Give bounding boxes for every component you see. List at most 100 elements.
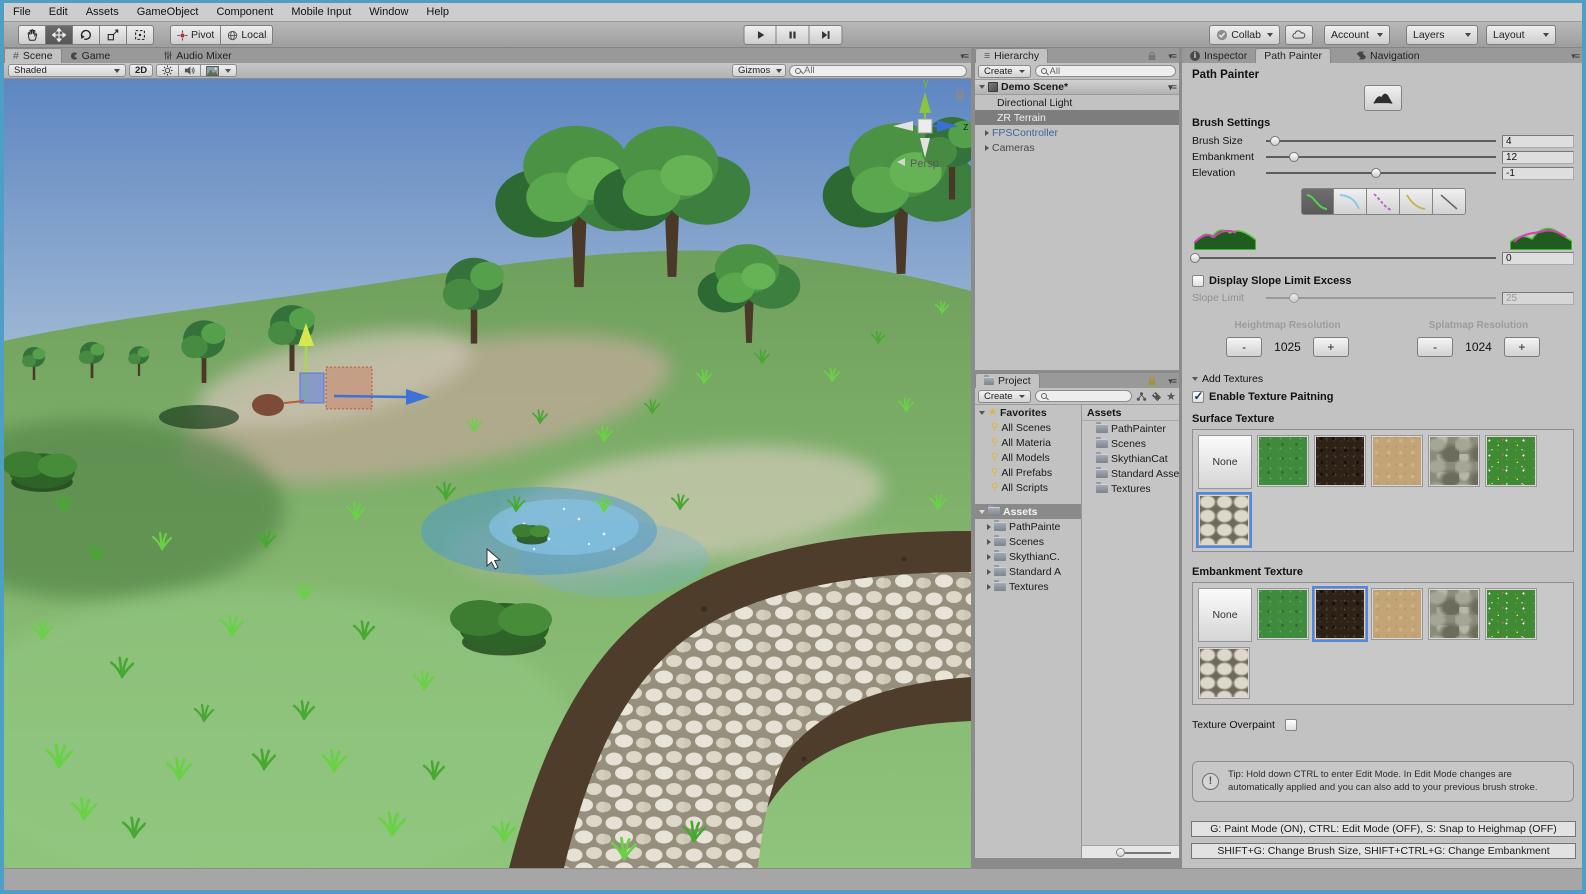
- embankment-texture-rock[interactable]: [1428, 588, 1480, 640]
- expand-arrow[interactable]: [985, 130, 989, 136]
- favorite-all-scenes[interactable]: ⚲All Scenes: [975, 420, 1081, 435]
- splatmap-decrease-button[interactable]: -: [1417, 337, 1453, 357]
- surface-texture-none-button[interactable]: None: [1198, 435, 1252, 489]
- hierarchy-lock-icon[interactable]: [1147, 50, 1157, 61]
- lighting-toggle-button[interactable]: [156, 64, 179, 77]
- embankment-texture-grass[interactable]: [1257, 588, 1309, 640]
- zoom-slider-track[interactable]: [1120, 852, 1171, 854]
- project-panel-menu-icon[interactable]: ▾≡: [1168, 376, 1176, 387]
- curve-preset-2-button[interactable]: [1334, 188, 1367, 215]
- menu-assets[interactable]: Assets: [77, 3, 128, 21]
- project-create-button[interactable]: Create: [978, 390, 1031, 403]
- hierarchy-item-zr-terrain[interactable]: ZR Terrain: [975, 110, 1179, 125]
- embankment-slider[interactable]: [1266, 151, 1496, 163]
- favorite-all-prefabs[interactable]: ⚲All Prefabs: [975, 465, 1081, 480]
- local-toggle-button[interactable]: Local: [221, 25, 273, 45]
- rotate-tool-button[interactable]: [73, 25, 100, 45]
- favorite-all-materials[interactable]: ⚲All Materia: [975, 435, 1081, 450]
- hierarchy-panel-menu-icon[interactable]: ▾≡: [1168, 51, 1176, 62]
- expand-arrow[interactable]: [987, 524, 991, 530]
- asset-pathpainter[interactable]: PathPainter: [1082, 421, 1179, 436]
- zoom-slider-thumb[interactable]: [1116, 848, 1125, 857]
- favorite-all-models[interactable]: ⚲All Models: [975, 450, 1081, 465]
- asset-scenes[interactable]: Scenes: [1082, 436, 1179, 451]
- inspector-panel-menu-icon[interactable]: ▾≡: [1571, 51, 1579, 62]
- hierarchy-item-fpscontroller[interactable]: FPSController: [975, 125, 1179, 140]
- tab-scene[interactable]: #Scene: [4, 48, 62, 63]
- hierarchy-item-cameras[interactable]: Cameras: [975, 140, 1179, 155]
- gizmos-dropdown[interactable]: Gizmos: [732, 64, 786, 77]
- menu-edit[interactable]: Edit: [40, 3, 77, 21]
- surface-texture-grass[interactable]: [1257, 435, 1309, 487]
- menu-window[interactable]: Window: [360, 3, 417, 21]
- 2d-toggle-button[interactable]: 2D: [129, 64, 153, 77]
- expand-arrow[interactable]: [987, 584, 991, 590]
- tab-audio-mixer[interactable]: Audio Mixer: [156, 48, 239, 63]
- cloud-button[interactable]: [1285, 25, 1313, 45]
- hierarchy-item-directional-light[interactable]: Directional Light: [975, 95, 1179, 110]
- effects-toggle-button[interactable]: [201, 64, 237, 77]
- expand-arrow[interactable]: [987, 554, 991, 560]
- scene-panel-menu-icon[interactable]: ▾≡: [960, 51, 968, 62]
- play-button[interactable]: [744, 25, 777, 45]
- favorites-star-icon[interactable]: ★: [1166, 390, 1176, 403]
- hierarchy-create-button[interactable]: Create: [978, 65, 1031, 78]
- layers-button[interactable]: Layers: [1406, 25, 1478, 45]
- asset-textures[interactable]: Textures: [1082, 481, 1179, 496]
- hierarchy-search-input[interactable]: [1050, 66, 1170, 77]
- audio-toggle-button[interactable]: [179, 64, 201, 77]
- foldout-arrow[interactable]: [979, 85, 985, 89]
- pause-button[interactable]: [777, 25, 810, 45]
- project-search-field[interactable]: [1035, 390, 1133, 402]
- tree-textures[interactable]: Textures: [975, 579, 1081, 594]
- curve-preset-4-button[interactable]: [1400, 188, 1433, 215]
- search-by-type-icon[interactable]: [1136, 391, 1147, 402]
- step-button[interactable]: [810, 25, 843, 45]
- slope-slider[interactable]: [1192, 252, 1496, 264]
- asset-skythiancat[interactable]: SkythianCat: [1082, 451, 1179, 466]
- brush-size-slider[interactable]: [1266, 135, 1496, 147]
- embankment-texture-cobblestone[interactable]: [1198, 647, 1250, 699]
- curve-preset-3-button[interactable]: [1367, 188, 1400, 215]
- tree-standard-assets[interactable]: Standard A: [975, 564, 1081, 579]
- tab-path-painter[interactable]: Path Painter: [1255, 48, 1331, 63]
- collab-button[interactable]: Collab: [1209, 25, 1280, 45]
- tree-scenes[interactable]: Scenes: [975, 534, 1081, 549]
- menu-component[interactable]: Component: [207, 3, 282, 21]
- hierarchy-search-field[interactable]: [1035, 65, 1176, 77]
- scene-viewport[interactable]: y z Persp: [4, 79, 971, 868]
- scene-search-field[interactable]: [789, 65, 967, 77]
- embankment-texture-sand[interactable]: [1371, 588, 1423, 640]
- move-tool-button[interactable]: [46, 25, 73, 45]
- slope-slider-value[interactable]: 0: [1502, 252, 1574, 265]
- scene-row-menu-icon[interactable]: ▾≡: [1168, 82, 1176, 93]
- expand-arrow[interactable]: [987, 569, 991, 575]
- foldout-arrow[interactable]: [979, 411, 985, 415]
- embankment-value[interactable]: 12: [1502, 151, 1574, 164]
- pivot-toggle-button[interactable]: Pivot: [170, 25, 221, 45]
- hand-tool-button[interactable]: [18, 25, 46, 45]
- hierarchy-scene-row[interactable]: Demo Scene* ▾≡: [975, 80, 1179, 95]
- expand-arrow[interactable]: [987, 539, 991, 545]
- elevation-slider[interactable]: [1266, 167, 1496, 179]
- account-button[interactable]: Account: [1324, 25, 1390, 45]
- rect-tool-button[interactable]: [127, 25, 154, 45]
- tree-pathpainter[interactable]: PathPainte: [975, 519, 1081, 534]
- embankment-texture-flower-grass[interactable]: [1485, 588, 1537, 640]
- tab-navigation[interactable]: Navigation: [1349, 48, 1428, 63]
- surface-texture-rock[interactable]: [1428, 435, 1480, 487]
- tab-inspector[interactable]: iInspector: [1182, 48, 1255, 63]
- foldout-arrow[interactable]: [979, 510, 985, 514]
- curve-preset-5-button[interactable]: [1433, 188, 1466, 215]
- asset-standard-assets[interactable]: Standard Asse: [1082, 466, 1179, 481]
- surface-texture-sand[interactable]: [1371, 435, 1423, 487]
- curve-preset-1-button[interactable]: [1301, 188, 1334, 215]
- surface-texture-flower-grass[interactable]: [1485, 435, 1537, 487]
- splatmap-increase-button[interactable]: +: [1504, 337, 1540, 357]
- elevation-value[interactable]: -1: [1502, 167, 1574, 180]
- shading-mode-dropdown[interactable]: Shaded: [8, 64, 126, 77]
- layout-button[interactable]: Layout: [1486, 25, 1556, 45]
- enable-texture-checkbox[interactable]: [1192, 391, 1204, 403]
- assets-root[interactable]: Assets: [975, 504, 1081, 519]
- menu-file[interactable]: File: [4, 3, 40, 21]
